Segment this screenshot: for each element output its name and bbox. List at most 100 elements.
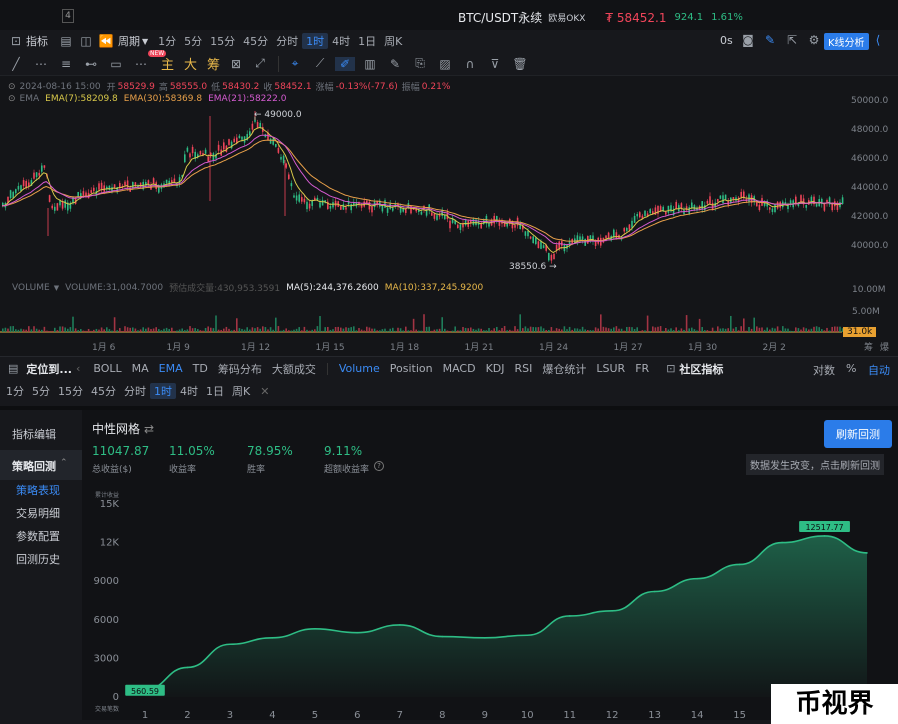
- cursor-icon[interactable]: ⌖: [285, 56, 305, 71]
- timeframe-2[interactable]: 15分: [206, 33, 239, 49]
- fullscreen-icon[interactable]: ⤢: [250, 56, 270, 71]
- x-tick-label: 3: [227, 710, 233, 721]
- auto-scale-button[interactable]: 自动: [868, 362, 890, 378]
- volume-bar: [706, 330, 709, 332]
- clipboard-icon[interactable]: ⎘: [410, 56, 430, 71]
- timeframe2-4[interactable]: 分时: [120, 383, 150, 399]
- timeframe2-8[interactable]: 周K: [228, 383, 254, 399]
- volume-bar: [698, 318, 701, 332]
- volume-bar: [680, 328, 683, 332]
- horizontal-line-icon[interactable]: ⊷: [81, 57, 101, 71]
- note-icon[interactable]: ✎: [385, 57, 405, 71]
- percent-scale-button[interactable]: %: [846, 362, 856, 375]
- filter-icon[interactable]: ⊽: [485, 57, 505, 71]
- main-indicator-1[interactable]: MA: [132, 362, 149, 375]
- kline-analysis-button[interactable]: K线分析: [824, 33, 869, 50]
- liquidation-axis-label[interactable]: 爆: [880, 340, 889, 353]
- more-icon[interactable]: ⋯: [131, 57, 151, 71]
- chips-button[interactable]: 筹: [207, 54, 220, 73]
- alert-icon[interactable]: ⊠: [226, 57, 246, 71]
- timeframe2-3[interactable]: 45分: [87, 383, 120, 399]
- timeframe-4[interactable]: 分时: [272, 33, 302, 49]
- pair-name[interactable]: BTC/USDT永续: [458, 9, 542, 26]
- magnet-icon[interactable]: ∩: [460, 57, 480, 71]
- ruler-icon[interactable]: ⟋: [310, 56, 330, 71]
- timeframe2-1[interactable]: 5分: [28, 383, 54, 399]
- large-order-button[interactable]: 大: [184, 54, 197, 73]
- brush-icon[interactable]: ✐: [335, 56, 356, 71]
- swap-icon[interactable]: ⇄: [144, 422, 154, 436]
- volume-dropdown-icon[interactable]: ▼: [54, 284, 59, 292]
- community-icon[interactable]: ⊡: [666, 362, 675, 375]
- tab-number[interactable]: 4: [62, 9, 74, 23]
- main-indicator-4[interactable]: 筹码分布: [218, 361, 262, 377]
- sub-indicator-3[interactable]: KDJ: [486, 362, 505, 375]
- timeframe-5[interactable]: 1时: [302, 33, 329, 49]
- timeframe-3[interactable]: 45分: [239, 33, 272, 49]
- kline-chart[interactable]: ⊙ 2024-08-16 15:00 开 58529.9 高 58555.0 低…: [0, 76, 898, 356]
- indicator-button[interactable]: 指标: [26, 33, 48, 49]
- y-tick-label: 9000: [94, 576, 119, 587]
- sidebar-item-performance[interactable]: 策略表现: [16, 482, 60, 498]
- rewind-icon[interactable]: ⏪: [96, 34, 116, 48]
- calendar-icon[interactable]: ▤: [56, 34, 76, 48]
- camera-icon[interactable]: ◙: [738, 33, 758, 47]
- community-indicators-button[interactable]: 社区指标: [679, 361, 723, 377]
- log-scale-button[interactable]: 对数: [813, 362, 835, 378]
- volume-label[interactable]: VOLUME: [12, 283, 50, 293]
- sub-indicator-5[interactable]: 爆仓统计: [542, 361, 586, 377]
- pencil-icon[interactable]: ✎: [760, 33, 780, 47]
- refresh-backtest-button[interactable]: 刷新回测: [824, 420, 892, 448]
- timeframe-8[interactable]: 周K: [380, 33, 406, 49]
- timeframe-0[interactable]: 1分: [154, 33, 180, 49]
- main-indicator-0[interactable]: BOLL: [93, 362, 121, 375]
- share-icon[interactable]: ⟨: [868, 33, 888, 47]
- sub-indicator-6[interactable]: LSUR: [596, 362, 625, 375]
- rectangle-icon[interactable]: ▭: [106, 57, 126, 71]
- stat-value: 9.11%: [324, 444, 363, 458]
- change-pct: 1.61%: [711, 12, 743, 23]
- help-icon[interactable]: ?: [374, 461, 384, 471]
- indicator-icon[interactable]: ⊡: [6, 34, 26, 48]
- main-indicator-2[interactable]: EMA: [159, 362, 183, 375]
- sidebar-item-params[interactable]: 参数配置: [16, 528, 60, 544]
- replay-icon[interactable]: ◫: [76, 34, 96, 48]
- locate-button[interactable]: 定位到...: [26, 361, 72, 377]
- sub-indicator-4[interactable]: RSI: [515, 362, 533, 375]
- volume-bar: [615, 326, 618, 332]
- indicator-edit-tab[interactable]: 指标编辑: [12, 426, 56, 442]
- parallel-lines-icon[interactable]: ≡: [56, 57, 76, 71]
- timeframe2-7[interactable]: 1日: [202, 383, 228, 399]
- export-icon[interactable]: ⇱: [782, 33, 802, 47]
- gear-icon[interactable]: ⚙: [804, 33, 824, 47]
- timeframe-1[interactable]: 5分: [180, 33, 206, 49]
- sub-indicator-7[interactable]: FR: [635, 362, 649, 375]
- period-button[interactable]: 周期: [118, 33, 140, 49]
- image-icon[interactable]: ▨: [435, 57, 455, 71]
- ray-icon[interactable]: ⋯: [31, 57, 51, 71]
- main-indicator-5[interactable]: 大额成交: [272, 361, 316, 377]
- close-icon[interactable]: ✕: [260, 385, 269, 398]
- trend-line-icon[interactable]: ╱: [6, 57, 26, 71]
- sidebar-item-history[interactable]: 回测历史: [16, 551, 60, 567]
- volume-bar: [480, 328, 482, 332]
- volume-bar: [576, 328, 579, 332]
- sidebar-item-trades[interactable]: 交易明细: [16, 505, 60, 521]
- sub-indicator-2[interactable]: MACD: [443, 362, 476, 375]
- timeframe2-0[interactable]: 1分: [2, 383, 28, 399]
- main-indicator-3[interactable]: TD: [193, 362, 208, 375]
- sub-indicator-1[interactable]: Position: [390, 362, 433, 375]
- chips-axis-label[interactable]: 筹: [864, 340, 873, 353]
- timeframe2-6[interactable]: 4时: [176, 383, 202, 399]
- menu-icon[interactable]: ▤: [8, 362, 18, 375]
- trash-icon[interactable]: 🗑: [510, 57, 530, 71]
- candles-icon[interactable]: ▥: [360, 57, 380, 71]
- timeframe2-2[interactable]: 15分: [54, 383, 87, 399]
- timeframe2-5[interactable]: 1时: [150, 383, 176, 399]
- volume-bar: [394, 330, 397, 332]
- timeframe-7[interactable]: 1日: [354, 33, 380, 49]
- timeframe-6[interactable]: 4时: [328, 33, 354, 49]
- strategy-name[interactable]: 中性网格 ⇄: [92, 420, 154, 437]
- pnl-point: [653, 590, 656, 593]
- sub-indicator-0[interactable]: Volume: [339, 362, 380, 375]
